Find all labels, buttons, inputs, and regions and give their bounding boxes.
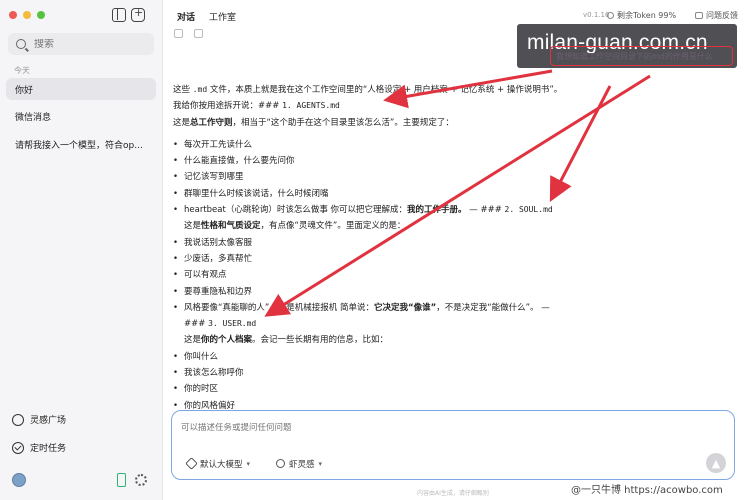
chevron-down-icon: ▾ (246, 459, 251, 468)
inline-code: 2. SOUL.md (504, 205, 553, 215)
token-label: 剩余Token 99% (617, 11, 677, 20)
minimize-window-button[interactable] (23, 11, 31, 19)
list-item: 什么能直接做，什么要先问你 (173, 153, 563, 170)
chat-item-label: 你好 (15, 85, 34, 96)
feedback-button[interactable]: 问题反馈 (695, 10, 738, 21)
list-item: 风格要像“真能聊的人”，不是机械接报机 简单说：它决定我“像谁”，不是决定我“能… (173, 300, 563, 333)
text: heartbeat（心跳轮询）时该怎么做事 你可以把它理解成： (184, 205, 408, 216)
list-item: 每次开工先读什么 (173, 137, 563, 154)
assistant-message: 这些 .md 文件，本质上就是我在这个工作空间里的“人格设定 + 用户档案 + … (173, 82, 563, 414)
model-label: 默认大模型 (200, 459, 243, 470)
bold-text: 它决定我“像谁” (374, 302, 437, 313)
chat-item-label: 微信消息 (15, 112, 52, 123)
bold-text: 性格和气质设定 (201, 221, 261, 232)
ai-disclaimer: 内容由AI生成，请仔细甄别 (417, 490, 489, 497)
token-status: 剩余Token 99% (607, 10, 676, 21)
tab-workspace[interactable]: 工作室 (209, 10, 236, 23)
list-item: 记忆该写到哪里 (173, 169, 563, 186)
bold-text: 我的工作手册。 (407, 205, 467, 216)
feedback-icon (695, 12, 703, 19)
new-chat-icon[interactable] (131, 6, 145, 22)
gear-icon[interactable] (135, 474, 147, 486)
avatar[interactable] (12, 473, 26, 487)
list-item: heartbeat（心跳轮询）时该怎么做事 你可以把它理解成：我的工作手册。 —… (173, 202, 563, 219)
chat-item-label: 请帮我接入一个模型，符合op... (15, 140, 143, 151)
message-input[interactable] (181, 423, 581, 433)
user-message-text: 我想知道工作空间目录下的md的作用是什么 (556, 52, 713, 61)
close-window-button[interactable] (9, 11, 17, 19)
intro-paragraph: 这些 .md 文件，本质上就是我在这个工作空间里的“人格设定 + 用户档案 + … (173, 82, 563, 115)
list-item: 可以有观点 (173, 267, 563, 284)
inline-code: .md (192, 85, 208, 94)
chat-item-hello[interactable]: 你好 (6, 78, 156, 100)
text: ，不是决定我“能做什么”。 — (436, 302, 550, 313)
send-button[interactable]: ▲ (706, 453, 726, 473)
agents-paragraph: 这是总工作守则，相当于“这个助手在这个目录里该怎么活”。主要规定了： (173, 115, 563, 131)
phone-icon[interactable] (117, 473, 126, 487)
thumbs-up-icon[interactable] (194, 29, 203, 38)
spirit-selector[interactable]: 虾灵感 ▾ (276, 455, 322, 472)
list-item: 要尊重隐私和边界 (173, 284, 563, 301)
composer-box (171, 410, 735, 480)
cube-icon (185, 457, 198, 470)
scheduled-tasks-button[interactable]: 定时任务 (12, 441, 66, 454)
search-box[interactable] (8, 33, 154, 55)
spirit-label: 虾灵感 (289, 459, 315, 470)
text: 这是 (184, 335, 202, 346)
bold-text: 你的个人档案 (201, 335, 253, 346)
text: ### (184, 319, 206, 330)
list-item: 我说话别太像客服 (173, 235, 563, 252)
text: 这些 (173, 85, 191, 95)
version-label: v0.1.16 (583, 11, 610, 19)
inline-code: 1. AGENTS.md (282, 101, 340, 111)
list-item: 你的时区 (173, 381, 563, 398)
sidebar: 今天 你好 微信消息 请帮我接入一个模型，符合op... 灵感广场 定时任务 (0, 0, 163, 500)
text: 这是 (173, 117, 191, 128)
credit-watermark: @一只牛博 https://acowbo.com (571, 485, 723, 496)
text: 风格要像“真能聊的人”，不是机械接报机 简单说： (184, 302, 375, 313)
list-item: 少废话，多真帮忙 (173, 251, 563, 268)
bold-text: 总工作守则 (190, 117, 233, 128)
text: ，相当于“这个助手在这个目录里该怎么活”。主要规定了： (232, 117, 454, 128)
search-icon (16, 39, 26, 49)
text: 文件，本质上就是我在这个工作空间里的“人格设定 + 用户档案 + 记忆系统 + … (173, 85, 563, 112)
plaza-icon (12, 413, 24, 426)
plaza-label: 灵感广场 (30, 416, 67, 426)
model-selector[interactable]: 默认大模型 ▾ (185, 455, 251, 472)
window-controls (9, 11, 45, 19)
arrow-up-icon: ▲ (711, 456, 721, 470)
list-item: 群聊里什么时候该说话，什么时候闭嘴 (173, 186, 563, 203)
plaza-button[interactable]: 灵感广场 (12, 413, 66, 426)
toggle-sidebar-icon[interactable] (112, 8, 126, 22)
chat-item-wechat[interactable]: 微信消息 (6, 105, 156, 127)
copy-icon[interactable] (174, 29, 183, 38)
message-actions (174, 29, 203, 38)
spark-icon (276, 459, 285, 468)
text: 这是 (184, 221, 202, 232)
list-item: 我该怎么称呼你 (173, 365, 563, 382)
inline-code: 3. USER.md (208, 319, 257, 329)
text: 。会记一些长期有用的信息，比如： (252, 335, 389, 346)
text: ，有点像“灵魂文件”。里面定义的是： (260, 221, 406, 232)
feedback-label: 问题反馈 (706, 11, 738, 20)
check-circle-icon (12, 441, 24, 454)
scheduled-label: 定时任务 (30, 444, 67, 454)
text: — ### (469, 205, 502, 216)
section-today-label: 今天 (14, 66, 30, 75)
user-paragraph: 这是你的个人档案。会记一些长期有用的信息，比如： (173, 332, 563, 348)
soul-paragraph: 这是性格和气质设定，有点像“灵魂文件”。里面定义的是： (173, 218, 563, 234)
tab-chat[interactable]: 对话 (177, 10, 195, 23)
token-icon (607, 12, 614, 19)
maximize-window-button[interactable] (37, 11, 45, 19)
chat-item-model[interactable]: 请帮我接入一个模型，符合op... (6, 133, 156, 155)
list-item: 你叫什么 (173, 349, 563, 366)
chevron-down-icon: ▾ (318, 459, 323, 468)
search-input[interactable] (34, 38, 144, 50)
